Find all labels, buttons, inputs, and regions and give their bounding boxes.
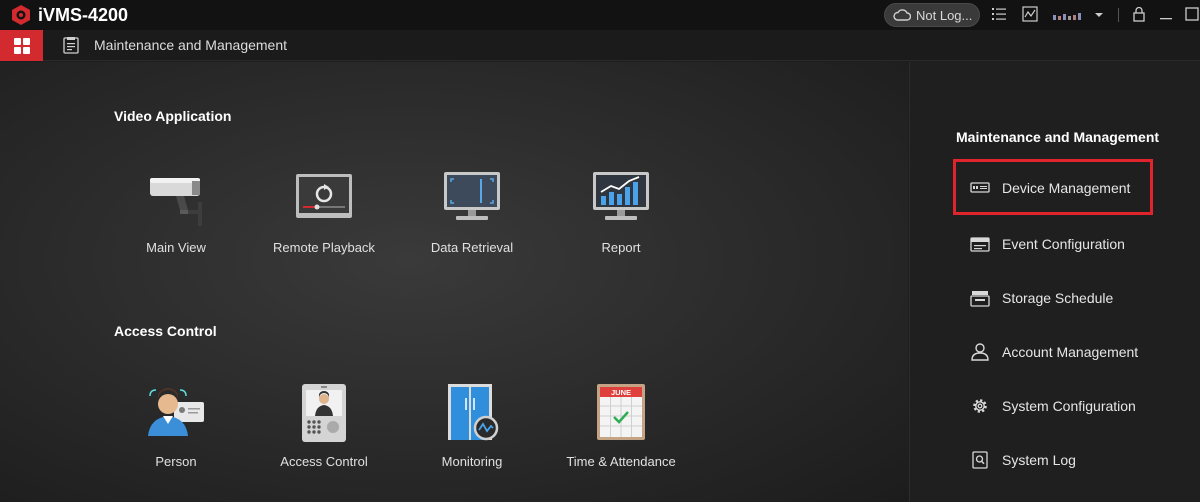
panel-title: Maintenance and Management: [956, 129, 1160, 145]
tile-main-view[interactable]: Main View: [106, 170, 246, 280]
tile-label: Monitoring: [441, 454, 503, 469]
calendar-month-label: JUNE: [611, 388, 631, 397]
account-icon: [971, 343, 989, 361]
menu-item-label: Account Management: [1002, 344, 1139, 360]
chevron-down-icon[interactable]: [1094, 6, 1104, 22]
menu-item-label: Storage Schedule: [1002, 290, 1114, 306]
menu-item-account-management[interactable]: Account Management: [956, 335, 1186, 369]
app-title: iVMS-4200: [38, 5, 129, 25]
tile-access-control[interactable]: Access Control: [254, 384, 394, 494]
section-title-video-application: Video Application: [114, 108, 232, 124]
menu-item-storage-schedule[interactable]: Storage Schedule: [956, 281, 1186, 315]
section-title-access-control: Access Control: [114, 323, 217, 339]
tile-monitoring[interactable]: Monitoring: [402, 384, 542, 494]
playback-icon: [296, 174, 352, 218]
tile-report[interactable]: Report: [551, 170, 691, 280]
menu-item-label: System Configuration: [1002, 398, 1136, 414]
nav-bar: Maintenance and Management: [0, 30, 1200, 61]
right-panel: Maintenance and Management Device Manage…: [909, 62, 1200, 502]
title-bar: iVMS-4200 Not Log...: [0, 0, 1200, 30]
login-status-label: Not Log...: [916, 8, 973, 23]
resource-monitor-icon[interactable]: [1022, 6, 1038, 22]
storage-icon: [970, 291, 990, 307]
home-grid-button[interactable]: [0, 30, 43, 61]
cloud-icon: [893, 9, 911, 21]
tile-label: Person: [155, 454, 197, 469]
camera-icon: [150, 178, 202, 226]
menu-item-label: Device Management: [1002, 180, 1131, 196]
list-icon[interactable]: [991, 6, 1007, 22]
event-icon: [970, 237, 990, 252]
divider: [1118, 8, 1119, 22]
menu-item-system-log[interactable]: System Log: [956, 443, 1186, 477]
door-monitor-icon: [448, 384, 499, 441]
app-logo-icon: [12, 5, 30, 25]
menu-item-device-management[interactable]: Device Management: [953, 159, 1153, 215]
maintenance-page-icon: [63, 37, 79, 54]
menu-item-label: System Log: [1002, 452, 1076, 468]
menu-item-event-configuration[interactable]: Event Configuration: [956, 227, 1186, 261]
tile-label: Main View: [146, 240, 206, 255]
report-chart-icon: [593, 172, 649, 220]
tile-label: Report: [601, 240, 641, 255]
menu-item-label: Event Configuration: [1002, 236, 1125, 252]
tile-label: Data Retrieval: [430, 240, 514, 255]
device-icon: [970, 182, 990, 193]
tile-label: Remote Playback: [273, 240, 375, 255]
lock-icon[interactable]: [1131, 6, 1147, 22]
login-status-button[interactable]: Not Log...: [884, 3, 980, 27]
page-title[interactable]: Maintenance and Management: [94, 36, 287, 54]
maximize-icon[interactable]: [1184, 6, 1200, 22]
main-content: Video Application Main View Remote Playb…: [0, 62, 908, 502]
menu-item-system-configuration[interactable]: System Configuration: [956, 389, 1186, 423]
minimize-icon[interactable]: [1158, 6, 1174, 22]
log-icon: [972, 451, 988, 469]
tile-time-attendance[interactable]: JUNE Time & Attendance: [551, 384, 691, 494]
user-account-icon[interactable]: [1052, 6, 1088, 22]
door-station-icon: [302, 384, 346, 442]
tile-remote-playback[interactable]: Remote Playback: [254, 170, 394, 280]
tile-data-retrieval[interactable]: Data Retrieval: [402, 170, 542, 280]
tile-label: Time & Attendance: [566, 454, 676, 469]
gear-icon: [973, 399, 987, 413]
grid-icon: [14, 38, 30, 54]
tile-label: Access Control: [280, 454, 368, 469]
tile-person[interactable]: Person: [106, 384, 246, 494]
calendar-icon: JUNE: [597, 384, 645, 440]
person-card-icon: [148, 388, 204, 436]
monitor-icon: [444, 172, 500, 220]
